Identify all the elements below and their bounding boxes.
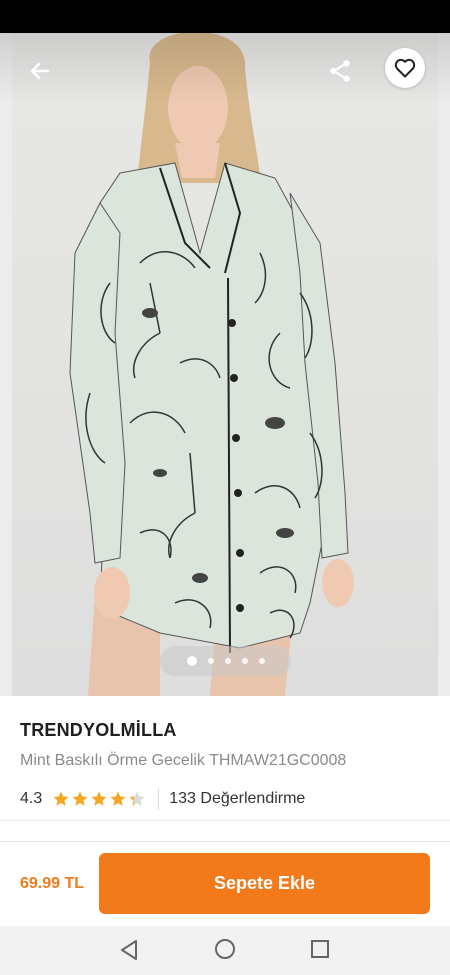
share-icon	[330, 60, 350, 82]
star-full-icon	[91, 791, 107, 806]
divider	[0, 820, 450, 821]
nav-recents-icon[interactable]	[310, 939, 330, 959]
nav-home-icon[interactable]	[214, 938, 236, 960]
pager-dot[interactable]	[224, 658, 231, 664]
back-button[interactable]	[22, 53, 58, 89]
rating-stars	[52, 790, 146, 808]
brand-name[interactable]: TRENDYOLMİLLA	[20, 720, 177, 741]
star-full-icon	[110, 791, 126, 806]
favorite-button[interactable]	[385, 48, 425, 88]
header-gradient	[0, 33, 450, 103]
share-button[interactable]	[322, 53, 358, 89]
rating-value: 4.3	[20, 790, 43, 807]
pager-dot-active[interactable]	[186, 656, 197, 666]
star-full-icon	[72, 791, 88, 806]
rating-row[interactable]: 4.3 133 Değerlendirme	[20, 788, 305, 810]
status-bar	[0, 0, 450, 33]
product-photo	[69, 33, 354, 696]
review-count[interactable]: 133 Değerlendirme	[169, 790, 305, 808]
star-partial-icon	[129, 791, 145, 806]
rating-separator	[158, 788, 160, 810]
product-name: Mint Baskılı Örme Gecelik THMAW21GC0008	[20, 752, 347, 769]
pager-dot[interactable]	[207, 658, 214, 664]
pager-dot[interactable]	[241, 658, 248, 664]
product-info: TRENDYOLMİLLA Mint Baskılı Örme Gecelik …	[0, 696, 450, 846]
purchase-bar: 69.99 TL Sepete Ekle	[0, 841, 450, 926]
add-to-cart-button[interactable]: Sepete Ekle	[99, 853, 430, 914]
star-full-icon	[53, 791, 69, 806]
price: 69.99 TL	[20, 875, 85, 892]
heart-icon	[394, 58, 416, 78]
arrow-left-icon	[30, 62, 50, 80]
nav-back-icon[interactable]	[118, 938, 140, 962]
product-image-gallery[interactable]	[0, 33, 450, 696]
system-navigation-bar	[0, 926, 450, 975]
pager-dot[interactable]	[258, 658, 265, 664]
image-pager	[160, 646, 291, 676]
